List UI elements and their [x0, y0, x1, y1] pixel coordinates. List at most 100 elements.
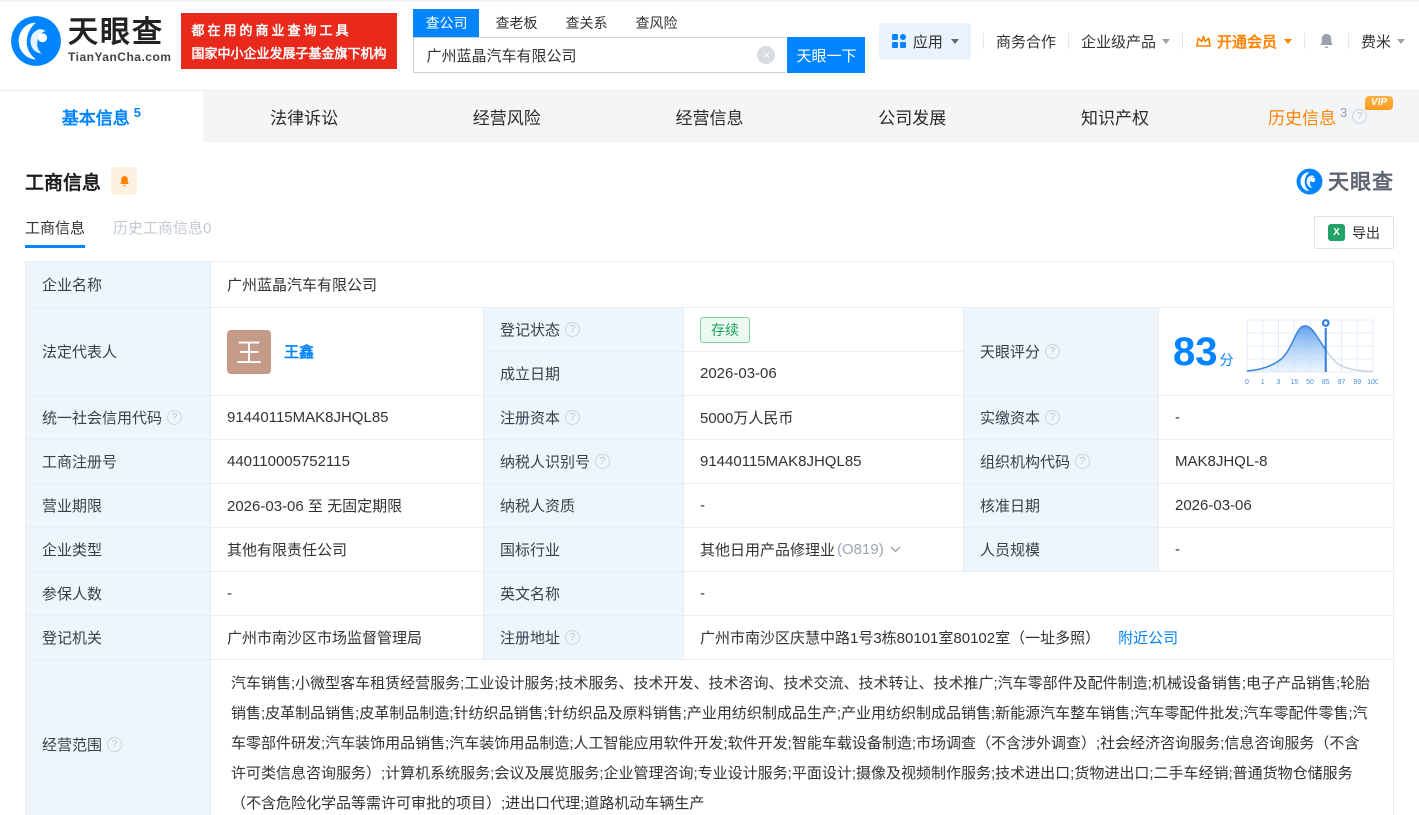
- reg-capital-label: 注册资本: [500, 410, 561, 427]
- credit-code-label: 统一社会信用代码: [42, 410, 163, 427]
- tab-legal-proceedings[interactable]: 法律诉讼: [203, 91, 406, 142]
- tab-company-development[interactable]: 公司发展: [811, 91, 1014, 142]
- excel-icon: X: [1328, 224, 1345, 241]
- taxpayer-qualification-value: -: [684, 484, 964, 528]
- svg-text:97: 97: [1337, 379, 1345, 386]
- org-code-value: MAK8JHQL-8: [1159, 440, 1394, 484]
- tab-count: 5: [133, 105, 141, 120]
- help-icon[interactable]: ?: [565, 322, 581, 337]
- help-icon[interactable]: ?: [107, 736, 123, 752]
- chevron-down-icon[interactable]: [890, 546, 901, 553]
- tab-basic-info[interactable]: 基本信息 5: [0, 91, 203, 142]
- reg-number-value: 440110005752115: [211, 440, 484, 484]
- industry-value: 其他日用产品修理业: [700, 542, 836, 559]
- company-name-value: 广州蓝晶汽车有限公司: [211, 262, 1394, 308]
- slogan-line-1: 都在用的商业查询工具: [191, 23, 352, 38]
- enterprise-label: 企业级产品: [1080, 33, 1156, 51]
- nav-divider: [1181, 33, 1183, 49]
- nav-enterprise-products[interactable]: 企业级产品: [1081, 31, 1170, 52]
- legal-rep-avatar[interactable]: 王: [227, 329, 271, 374]
- help-icon[interactable]: ?: [565, 630, 581, 645]
- nav-divider: [1347, 33, 1349, 49]
- top-right-nav: 应用 商务合作 企业级产品 开通会员 费米: [878, 22, 1405, 60]
- company-name-label: 企业名称: [26, 262, 211, 308]
- reg-authority-label: 登记机关: [26, 616, 211, 660]
- help-icon[interactable]: ?: [1045, 344, 1061, 359]
- search-tab-risk[interactable]: 查风险: [623, 9, 689, 37]
- paid-capital-label-cell: 实缴资本 ?: [964, 396, 1159, 440]
- paid-capital-label: 实缴资本: [980, 410, 1041, 427]
- svg-text:85: 85: [1321, 379, 1329, 386]
- help-icon[interactable]: ?: [1075, 454, 1091, 469]
- vip-crown-icon: [1196, 34, 1211, 47]
- search-tab-company[interactable]: 查公司: [413, 9, 480, 37]
- svg-text:15: 15: [1290, 379, 1298, 386]
- credit-code-label-cell: 统一社会信用代码 ?: [26, 396, 211, 440]
- logo-text: 天眼查 TianYanCha.com: [68, 18, 172, 65]
- svg-text:50: 50: [1306, 379, 1314, 386]
- subtab-history-business-info[interactable]: 历史工商信息0: [113, 217, 211, 248]
- username-label: 费米: [1360, 33, 1391, 51]
- score-label-cell: 天眼评分 ?: [964, 308, 1159, 396]
- reg-address-value-cell: 广州市南沙区庆慧中路1号3栋80101室80102室（一址多照） 附近公司: [684, 616, 1394, 660]
- nav-open-vip[interactable]: 开通会员: [1195, 31, 1292, 52]
- nav-business-cooperation[interactable]: 商务合作: [996, 31, 1056, 52]
- reg-capital-value: 5000万人民币: [684, 396, 964, 440]
- legal-rep-name-link[interactable]: 王鑫: [284, 341, 314, 362]
- search-input[interactable]: [413, 37, 786, 73]
- english-name-value: -: [684, 572, 1394, 616]
- staff-size-label: 人员规模: [964, 528, 1159, 572]
- taxpayer-id-label: 纳税人识别号: [500, 454, 591, 471]
- tab-intellectual-property[interactable]: 知识产权: [1014, 91, 1217, 142]
- subtab-business-info[interactable]: 工商信息: [25, 217, 86, 248]
- help-icon[interactable]: ?: [565, 410, 581, 425]
- nav-user-account[interactable]: 费米: [1361, 31, 1405, 52]
- tab-label: 历史信息: [1268, 109, 1337, 128]
- tab-operation-info[interactable]: 经营信息: [608, 91, 811, 142]
- nearby-companies-link[interactable]: 附近公司: [1118, 627, 1178, 648]
- tab-operation-risk[interactable]: 经营风险: [405, 91, 608, 142]
- svg-text:0: 0: [1245, 379, 1249, 386]
- help-icon[interactable]: ?: [1045, 410, 1061, 425]
- chevron-down-icon: [1283, 38, 1292, 44]
- help-icon[interactable]: ?: [167, 410, 183, 425]
- tianyancha-logo[interactable]: 天眼查 TianYanCha.com: [10, 15, 171, 67]
- business-scope-label-cell: 经营范围 ?: [26, 660, 211, 815]
- english-name-label: 英文名称: [484, 572, 684, 616]
- tab-label: 法律诉讼: [270, 109, 339, 128]
- tab-history-info[interactable]: 历史信息 3 ? VIP: [1216, 91, 1419, 142]
- search-tab-boss[interactable]: 查老板: [483, 9, 549, 37]
- company-section-tabs: 基本信息 5 法律诉讼 经营风险 经营信息 公司发展 知识产权 历史信息 3 ?…: [0, 90, 1419, 142]
- establish-date-label: 成立日期: [484, 352, 684, 396]
- business-term-value: 2026-03-06 至 无固定期限: [211, 484, 484, 528]
- insured-count-value: -: [211, 572, 484, 616]
- notification-bell-icon[interactable]: [1317, 31, 1336, 51]
- brand-domain: TianYanCha.com: [68, 50, 172, 64]
- score-distribution-chart: 0 1 3 15 50 85 97 99 100: [1245, 317, 1378, 386]
- nav-divider: [982, 33, 984, 49]
- search-tab-relation[interactable]: 查关系: [553, 9, 619, 37]
- industry-label: 国标行业: [484, 528, 684, 572]
- search-button[interactable]: 天眼一下: [787, 37, 866, 73]
- alert-bell-icon: [119, 175, 129, 186]
- monitor-bell-button[interactable]: [111, 167, 138, 195]
- chevron-down-icon: [1397, 38, 1405, 44]
- reg-number-label: 工商注册号: [26, 440, 211, 484]
- score-value-cell: 83 分 0 1 3 15 50 85 97 99 100: [1159, 308, 1394, 396]
- open-vip-label: 开通会员: [1216, 33, 1277, 51]
- apps-menu-button[interactable]: 应用: [878, 22, 971, 60]
- subtabs-row: 工商信息 历史工商信息0 X 导出: [25, 216, 1394, 249]
- svg-text:100: 100: [1367, 379, 1378, 386]
- paid-capital-value: -: [1159, 396, 1394, 440]
- tab-count: 3: [1340, 105, 1348, 120]
- export-button[interactable]: X 导出: [1314, 216, 1394, 249]
- help-icon[interactable]: ?: [595, 454, 611, 469]
- apps-label: 应用: [912, 33, 943, 51]
- industry-code: (O819): [837, 541, 884, 558]
- credit-code-value: 91440115MAK8JHQL85: [211, 396, 484, 440]
- svg-text:99: 99: [1353, 379, 1361, 386]
- reg-address-label-cell: 注册地址 ?: [484, 616, 684, 660]
- business-info-table: 企业名称 广州蓝晶汽车有限公司 法定代表人 王 王鑫 登记状态 ? 存续 天眼评…: [25, 261, 1394, 815]
- business-term-label: 营业期限: [26, 484, 211, 528]
- help-icon[interactable]: ?: [1352, 109, 1368, 124]
